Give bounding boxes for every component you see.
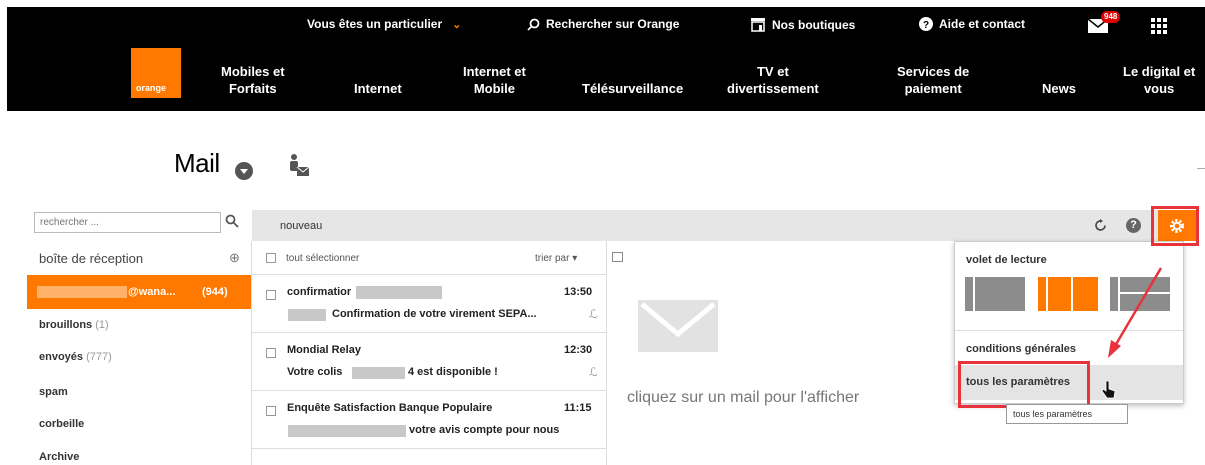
redacted-text [288,309,326,321]
message-subject: Confirmation de votre virement SEPA... [332,308,537,320]
account-email: @wana... [128,286,176,298]
mail-search-input[interactable] [34,212,221,233]
message-list: tout sélectionner trier par ▾ confirmati… [252,241,607,465]
folder-drafts[interactable]: brouillons (1) [39,319,109,331]
message-sender: Mondial Relay [287,344,361,356]
search-icon[interactable] [225,214,239,228]
all-settings-tooltip: tous les paramètres [1006,404,1128,424]
folder-count: (1) [95,319,109,331]
chevron-down-icon: ▾ [572,253,578,264]
message-time: 11:15 [564,402,592,414]
list-item[interactable]: Enquête Satisfaction Banque Populaire 11… [252,392,607,449]
mail-toolbar: nouveau ? [252,210,1197,241]
account-folder-selected[interactable]: @wana... (944) [27,275,251,309]
orange-logo[interactable]: orange [131,48,181,98]
site-search-link[interactable]: Rechercher sur Orange [527,17,679,31]
folder-label: corbeille [39,418,85,430]
redacted-text [288,425,406,437]
sort-by-dropdown[interactable]: trier par ▾ [535,253,577,264]
apps-grid-icon[interactable] [1151,18,1167,34]
folder-trash[interactable]: corbeille [39,418,84,430]
attachment-icon: ℒ [589,307,598,321]
orange-header: Vous êtes un particulier ⌄ Rechercher su… [7,7,1205,111]
mail-notification[interactable]: 948 [1087,11,1123,39]
contacts-icon[interactable] [288,153,310,179]
nav-tv[interactable]: TV et divertissement [727,63,819,97]
folder-label: Archive [39,451,80,463]
message-checkbox[interactable] [266,406,276,416]
select-all-label[interactable]: tout sélectionner [286,253,359,264]
highlight-gear-box [1151,206,1199,246]
redacted-address [37,286,127,298]
redacted-text [356,286,442,299]
add-folder-icon[interactable]: ⊕ [229,250,240,266]
reading-pane-toggle-icon[interactable] [612,252,623,262]
reading-pane-heading: volet de lecture [966,254,1047,266]
refresh-icon[interactable] [1094,219,1107,232]
message-checkbox[interactable] [266,290,276,300]
nav-digital[interactable]: Le digital et vous [1123,63,1195,97]
folder-sidebar: boîte de réception ⊕ @wana... (944) brou… [27,241,252,465]
layout-right-pane-button[interactable] [1038,277,1098,311]
terms-link[interactable]: conditions générales [966,343,1076,355]
message-sender: confirmatior [287,286,352,298]
particulier-label: Vous êtes un particulier [307,17,443,31]
folder-label: brouillons [39,319,93,331]
highlight-all-settings-box [958,361,1090,408]
nav-news[interactable]: News [1042,80,1076,97]
message-time: 12:30 [564,344,593,356]
chevron-down-icon: ⌄ [452,18,462,31]
search-icon [527,18,540,31]
account-dropdown-icon[interactable] [235,162,253,180]
message-time: 13:50 [564,286,593,298]
layout-no-pane-button[interactable] [965,277,1025,311]
sort-by-label: trier par [535,253,570,264]
site-search-label: Rechercher sur Orange [546,17,680,31]
page-title: Mail [174,148,220,178]
help-icon: ? [919,17,933,31]
help-icon[interactable]: ? [1126,218,1141,233]
message-list-header: tout sélectionner trier par ▾ [252,241,607,275]
help-link[interactable]: ? Aide et contact [919,17,1025,31]
list-item[interactable]: confirmatior 13:50 Confirmation de votre… [252,276,607,333]
folder-label: envoyés [39,351,84,363]
logo-text: orange [136,83,167,93]
shops-link[interactable]: Nos boutiques [750,17,855,32]
envelope-icon [638,300,718,352]
svg-text:?: ? [923,20,929,31]
select-all-checkbox[interactable] [266,253,276,263]
menu-divider [955,330,1183,331]
folder-count: (777) [86,351,112,363]
account-unread-count: (944) [202,286,228,298]
folder-inbox[interactable]: boîte de réception [39,251,143,266]
mail-count-badge: 948 [1101,11,1121,23]
mouse-cursor-icon [1101,380,1116,399]
layout-bottom-pane-button[interactable] [1110,277,1170,311]
folder-spam[interactable]: spam [39,386,68,398]
new-mail-button[interactable]: nouveau [280,220,322,232]
message-sender: Enquête Satisfaction Banque Populaire [287,402,493,414]
message-subject-start: Votre colis [287,366,343,378]
help-label: Aide et contact [939,17,1026,31]
empty-pane-text: cliquez sur un mail pour l'afficher [627,389,860,406]
shop-icon [751,18,765,32]
nav-telesurveillance[interactable]: Télésurveillance [582,80,683,97]
message-subject: votre avis compte pour nous [409,424,560,436]
message-subject-end: 4 est disponible ! [408,366,498,378]
folder-sent[interactable]: envoyés (777) [39,351,112,363]
shops-label: Nos boutiques [772,17,856,32]
nav-services-paiement[interactable]: Services de paiement [897,63,969,97]
nav-mobiles[interactable]: Mobiles et Forfaits [221,63,285,97]
message-checkbox[interactable] [266,348,276,358]
redacted-text [352,367,405,379]
attachment-icon: ℒ [589,365,598,379]
nav-internet-mobile[interactable]: Internet et Mobile [463,63,526,97]
folder-label: spam [39,386,68,398]
particulier-selector[interactable]: Vous êtes un particulier ⌄ [307,17,461,31]
list-item[interactable]: Mondial Relay 12:30 Votre colis 4 est di… [252,334,607,391]
nav-internet[interactable]: Internet [354,80,402,97]
folder-archive[interactable]: Archive [39,451,79,463]
